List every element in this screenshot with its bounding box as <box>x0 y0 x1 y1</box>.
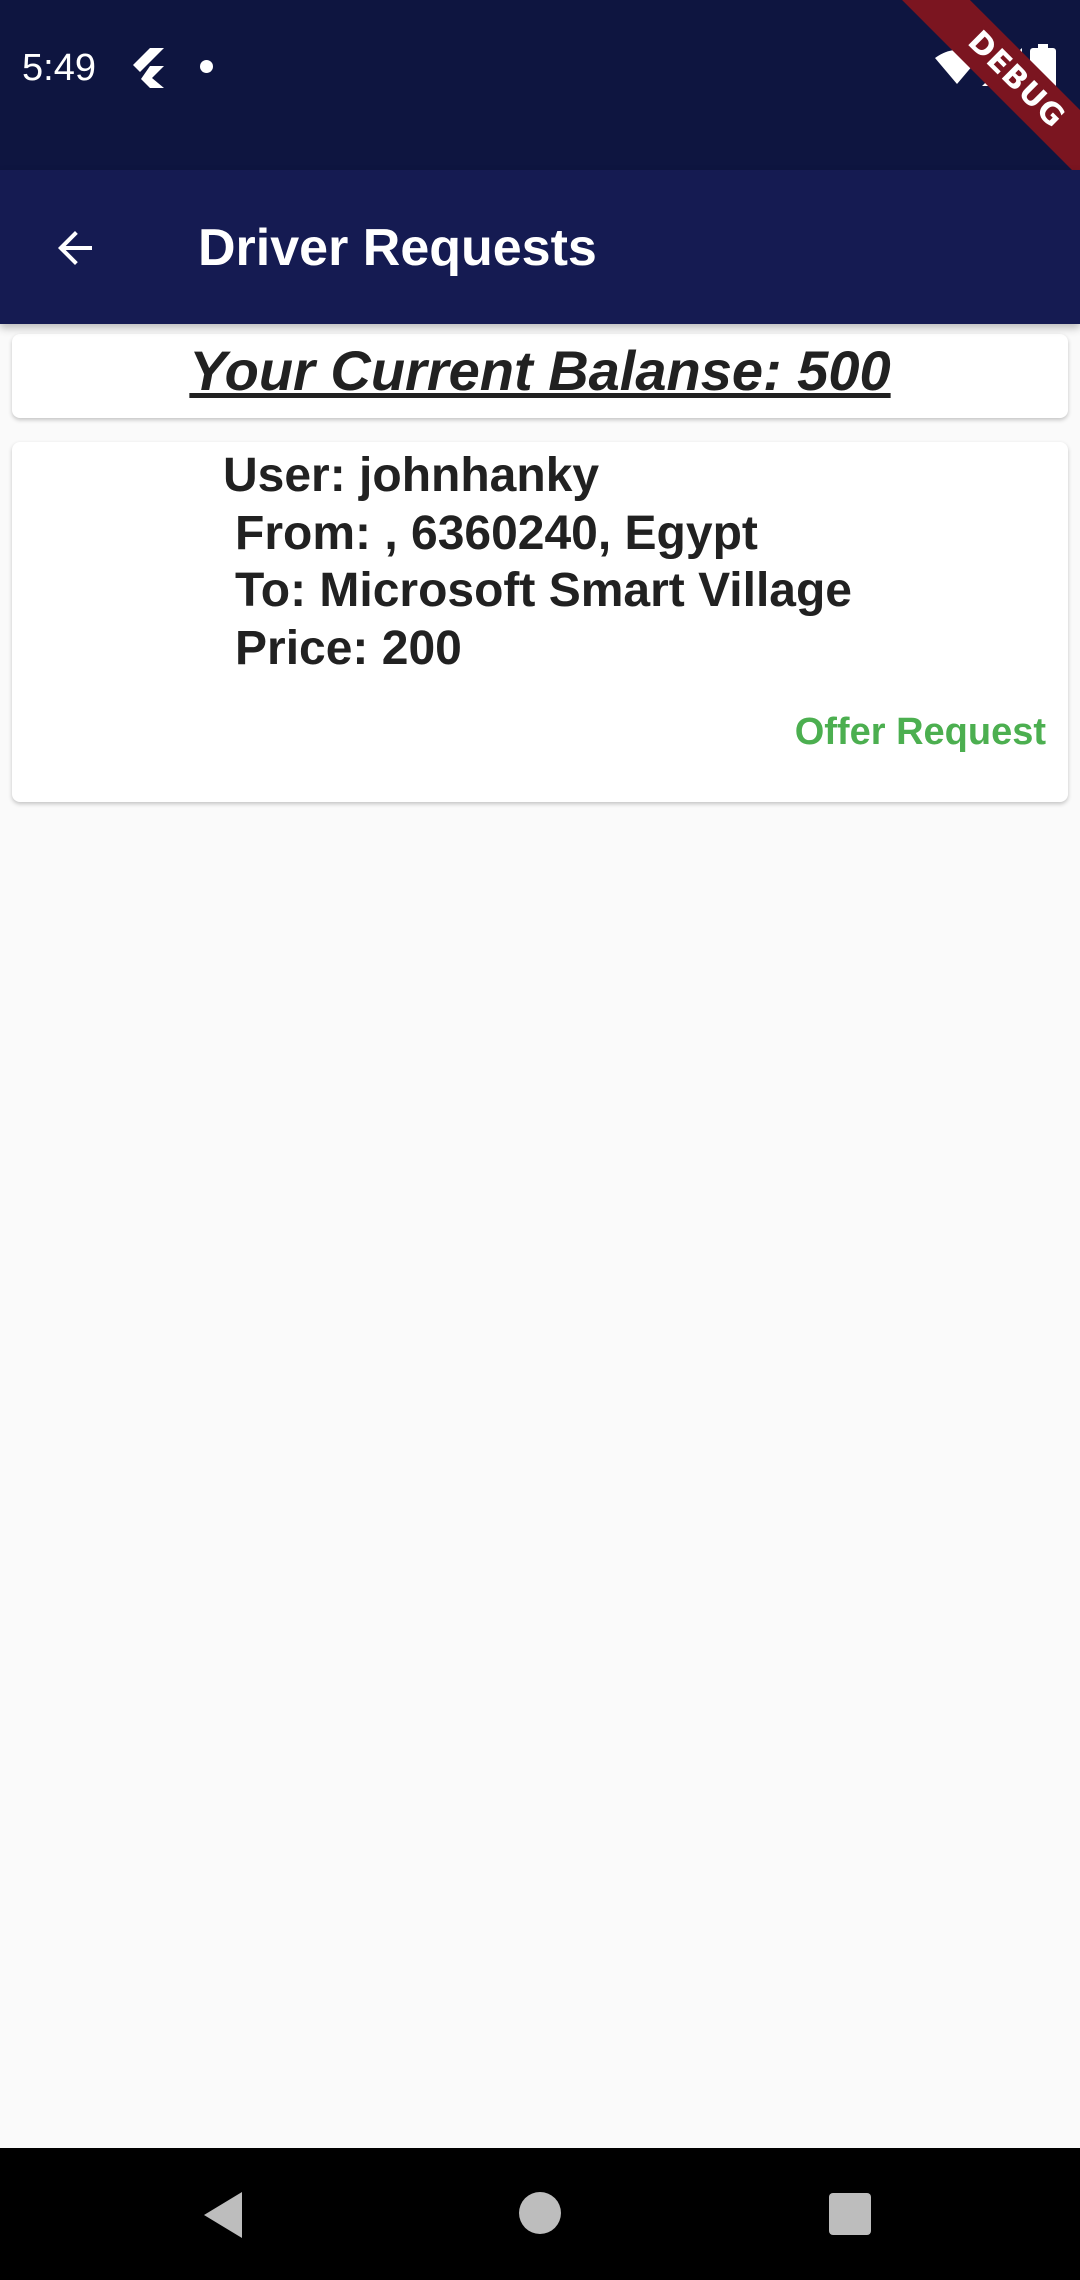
request-user: User: johnhanky <box>223 449 600 502</box>
notification-dot-icon <box>200 60 213 73</box>
battery-icon <box>1030 44 1056 88</box>
request-card: User: johnhanky From: , 6360240, Egypt T… <box>12 442 1068 802</box>
status-bar: 5:49 <box>0 0 1080 170</box>
request-from: From: , 6360240, Egypt <box>235 507 758 560</box>
nav-home-icon[interactable] <box>519 2192 561 2234</box>
nav-recents-icon[interactable] <box>829 2193 871 2235</box>
offer-request-button[interactable]: Offer Request <box>795 708 1046 756</box>
status-time: 5:49 <box>22 47 96 89</box>
app-bar: Driver Requests <box>0 170 1080 324</box>
signal-icon <box>982 48 1022 86</box>
wifi-icon <box>935 50 979 84</box>
back-button[interactable] <box>28 200 124 296</box>
system-navigation-bar <box>0 2148 1080 2280</box>
request-price: Price: 200 <box>235 622 462 675</box>
page-title: Driver Requests <box>198 219 597 277</box>
nav-back-icon[interactable] <box>200 2190 248 2240</box>
request-to: To: Microsoft Smart Village <box>235 564 852 617</box>
flutter-icon <box>133 48 164 88</box>
arrow-back-icon <box>58 231 92 265</box>
balance-card: Your Current Balanse: 500 <box>12 334 1068 418</box>
balance-text: Your Current Balanse: 500 <box>189 339 891 402</box>
